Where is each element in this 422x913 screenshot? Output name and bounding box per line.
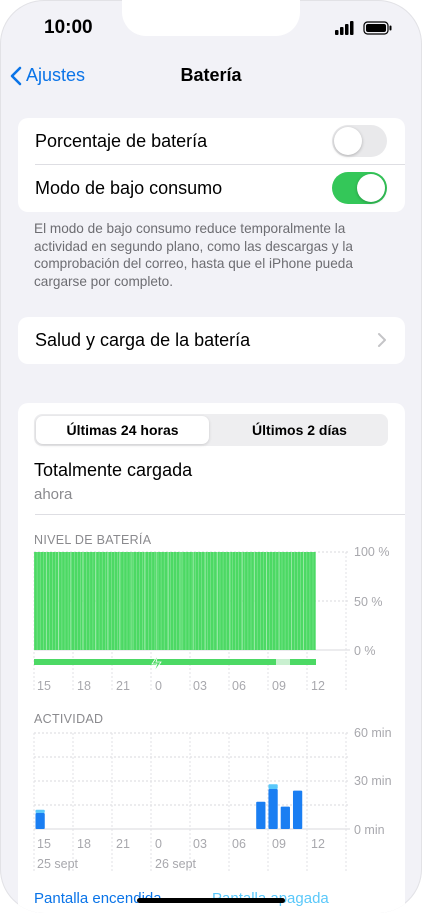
battery-percentage-label: Porcentaje de batería <box>35 131 208 151</box>
chevron-right-icon <box>378 333 386 347</box>
battery-level-label: NIVEL DE BATERÍA <box>34 533 152 547</box>
phone-screen: 10:00 Ajustes Batería Porcentaje de bate… <box>0 0 422 913</box>
home-indicator <box>137 898 285 903</box>
low-power-mode-toggle[interactable] <box>332 172 387 204</box>
charge-status-subtitle: ahora <box>34 486 73 503</box>
time-range-segmented-control: Últimas 24 horas Últimos 2 días <box>34 414 388 446</box>
battery-percentage-toggle[interactable] <box>332 125 387 157</box>
battery-icon <box>363 21 392 35</box>
divider <box>35 514 405 515</box>
navigation-bar: Ajustes Batería <box>0 60 422 92</box>
tab-last-24-hours[interactable]: Últimas 24 horas <box>36 416 209 444</box>
battery-health-label: Salud y carga de la batería <box>35 330 251 350</box>
charge-status-title: Totalmente cargada <box>34 460 193 480</box>
status-icons <box>335 21 392 35</box>
battery-percentage-row: Porcentaje de batería <box>18 118 405 164</box>
tab-last-2-days[interactable]: Últimos 2 días <box>213 416 386 444</box>
notch <box>122 0 300 36</box>
page-title: Batería <box>180 65 242 85</box>
battery-usage-card: Últimas 24 horas Últimos 2 días Totalmen… <box>18 403 405 913</box>
low-power-mode-row: Modo de bajo consumo <box>18 165 405 211</box>
signal-icon <box>335 21 354 35</box>
battery-health-row[interactable]: Salud y carga de la batería <box>18 317 405 364</box>
low-power-mode-label: Modo de bajo consumo <box>35 178 223 198</box>
battery-settings-group: Porcentaje de batería Modo de bajo consu… <box>18 118 405 212</box>
status-time: 10:00 <box>44 17 93 38</box>
activity-label: ACTIVIDAD <box>34 712 104 726</box>
low-power-footnote: El modo de bajo consumo reduce temporalm… <box>34 221 353 289</box>
